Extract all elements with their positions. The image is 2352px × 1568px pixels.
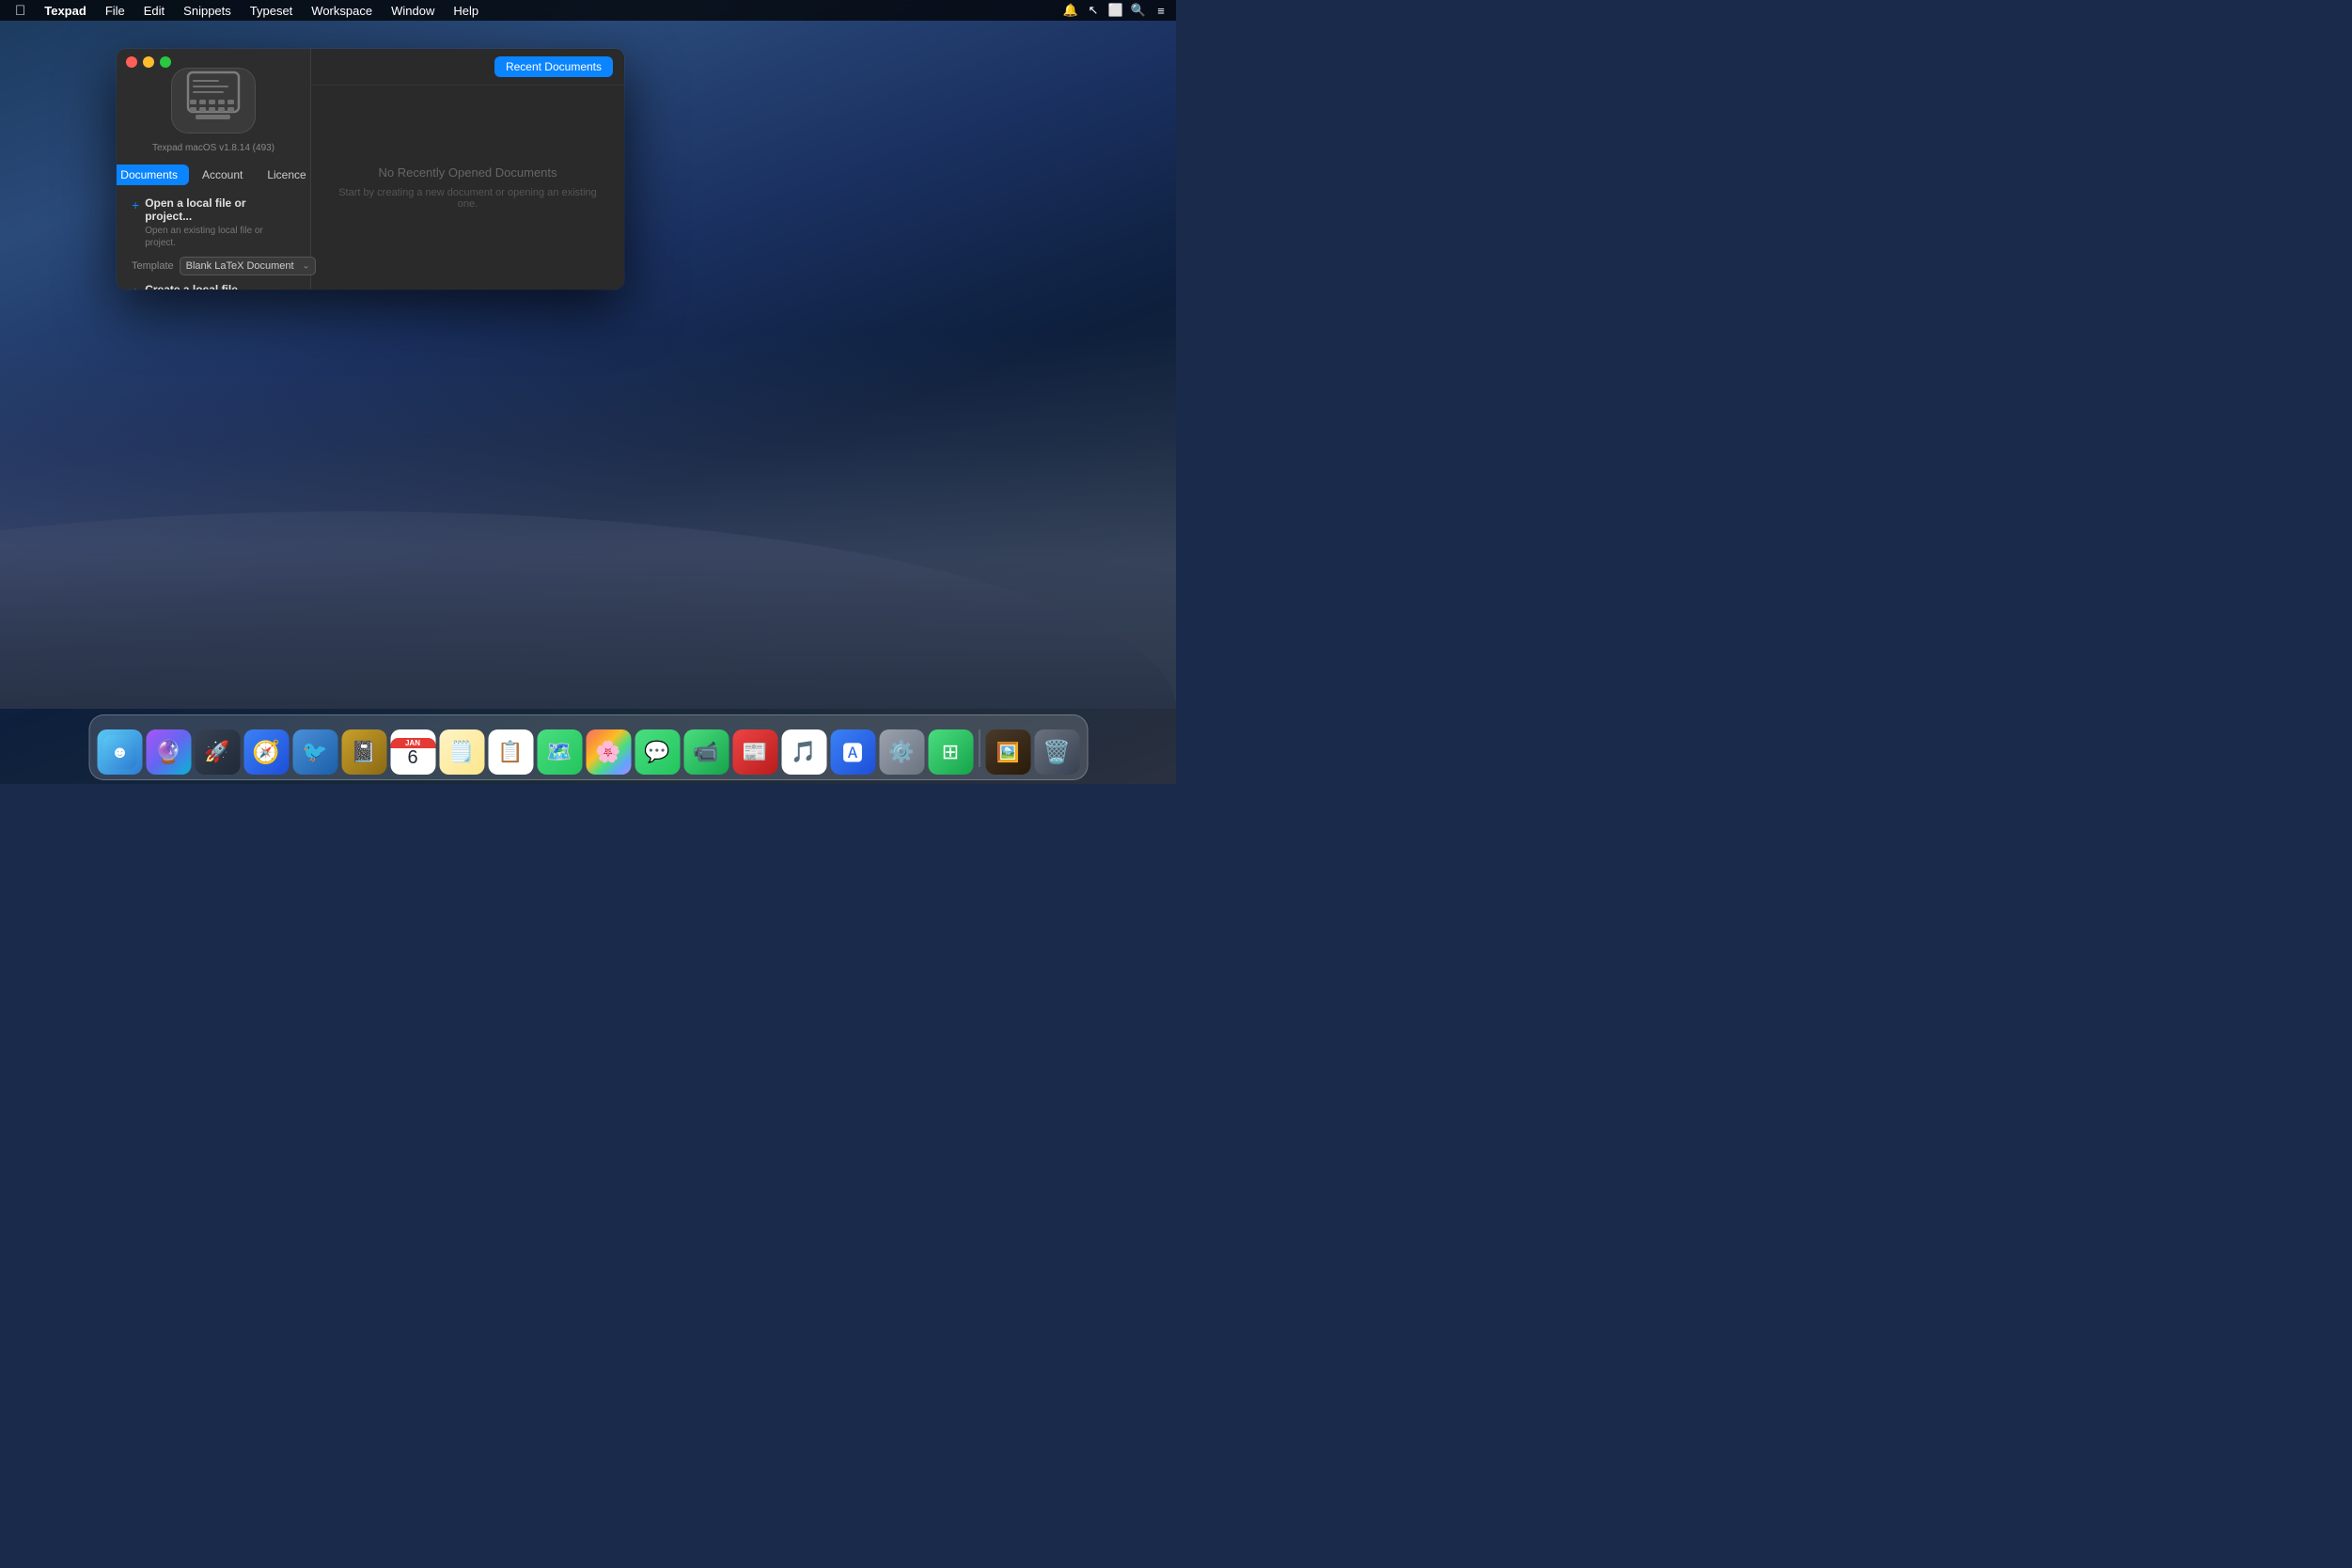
dock-maps[interactable]: 🗺️ bbox=[537, 729, 582, 775]
create-plus-icon: + bbox=[132, 284, 139, 290]
dock-notesbook[interactable]: 📓 bbox=[341, 729, 386, 775]
create-local-action[interactable]: + Create a local file... Create a single… bbox=[132, 283, 295, 290]
menu-typeset[interactable]: Typeset bbox=[243, 2, 301, 20]
dock-tableplus[interactable]: ⊞ bbox=[928, 729, 973, 775]
menu-window[interactable]: Window bbox=[384, 2, 442, 20]
tab-licence[interactable]: Licence bbox=[256, 165, 317, 185]
svg-text:☻: ☻ bbox=[111, 743, 129, 761]
open-local-title: Open a local file or project... bbox=[145, 196, 295, 223]
template-select[interactable]: Blank LaTeX Document Article Book Report… bbox=[180, 257, 316, 275]
dialog-right-panel: Recent Documents No Recently Opened Docu… bbox=[311, 49, 624, 290]
dock-appstore[interactable]: 🅰 bbox=[830, 729, 875, 775]
tab-account[interactable]: Account bbox=[191, 165, 254, 185]
recent-documents-button[interactable]: Recent Documents bbox=[494, 56, 613, 77]
dock-calendar[interactable]: JAN 6 bbox=[390, 729, 435, 775]
search-icon[interactable]: 🔍 bbox=[1131, 3, 1146, 18]
recent-docs-header: Recent Documents bbox=[311, 49, 624, 86]
app-menu-texpad[interactable]: Texpad bbox=[37, 2, 94, 20]
dock-messages[interactable]: 💬 bbox=[635, 729, 680, 775]
dock-photos[interactable]: 🌸 bbox=[586, 729, 631, 775]
cursor-icon[interactable]: ↖ bbox=[1086, 3, 1101, 18]
dock-trash[interactable]: 🗑️ bbox=[1034, 729, 1079, 775]
template-select-wrapper: Blank LaTeX Document Article Book Report… bbox=[180, 257, 316, 275]
dock-finder[interactable]: ☻ bbox=[97, 729, 142, 775]
dock-safari[interactable]: 🧭 bbox=[243, 729, 289, 775]
tab-bar: Documents Account Licence bbox=[132, 165, 295, 185]
menu-help[interactable]: Help bbox=[446, 2, 486, 20]
app-version: Texpad macOS v1.8.14 (493) bbox=[152, 143, 274, 153]
recent-docs-content: No Recently Opened Documents Start by cr… bbox=[311, 86, 624, 290]
dock-system-prefs[interactable]: ⚙️ bbox=[879, 729, 924, 775]
dock-mail[interactable]: 🐦 bbox=[292, 729, 337, 775]
close-button[interactable] bbox=[126, 56, 137, 68]
menubar-left:  Texpad File Edit Snippets Typeset Work… bbox=[8, 1, 486, 21]
apple-menu[interactable]:  bbox=[8, 1, 33, 21]
menu-workspace[interactable]: Workspace bbox=[304, 2, 380, 20]
dock-siri[interactable]: 🔮 bbox=[146, 729, 191, 775]
menu-edit[interactable]: Edit bbox=[136, 2, 172, 20]
tab-documents[interactable]: Documents bbox=[117, 165, 189, 185]
dock-photo[interactable]: 🖼️ bbox=[985, 729, 1030, 775]
minimize-button[interactable] bbox=[143, 56, 154, 68]
template-row: Template Blank LaTeX Document Article Bo… bbox=[132, 257, 295, 275]
app-icon bbox=[171, 68, 256, 133]
open-local-subtitle: Open an existing local file or project. bbox=[145, 225, 295, 249]
template-label: Template bbox=[132, 260, 174, 272]
menubar:  Texpad File Edit Snippets Typeset Work… bbox=[0, 0, 1176, 21]
open-plus-icon: + bbox=[132, 197, 139, 212]
dock: ☻ 🔮 🚀 🧭 🐦 📓 JAN 6 🗒️ 📋 🗺️ 🌸 💬 bbox=[88, 714, 1088, 780]
dock-music[interactable]: 🎵 bbox=[781, 729, 826, 775]
dock-facetime[interactable]: 📹 bbox=[683, 729, 729, 775]
dock-news[interactable]: 📰 bbox=[732, 729, 777, 775]
menu-file[interactable]: File bbox=[98, 2, 133, 20]
no-docs-title: No Recently Opened Documents bbox=[378, 165, 557, 180]
create-local-title: Create a local file... bbox=[145, 283, 295, 290]
menubar-right: 🔔 ↖ ⬜ 🔍 ≡ bbox=[1063, 3, 1168, 18]
dock-notes[interactable]: 🗒️ bbox=[439, 729, 484, 775]
traffic-lights bbox=[126, 56, 171, 68]
dock-reminders[interactable]: 📋 bbox=[488, 729, 533, 775]
notification-icon[interactable]: 🔔 bbox=[1063, 3, 1078, 18]
dialog-window: Texpad macOS v1.8.14 (493) Documents Acc… bbox=[117, 49, 624, 290]
dock-separator bbox=[979, 729, 980, 767]
menu-snippets[interactable]: Snippets bbox=[176, 2, 239, 20]
dock-launchpad[interactable]: 🚀 bbox=[195, 729, 240, 775]
no-docs-subtitle: Start by creating a new document or open… bbox=[330, 187, 605, 210]
dialog-left-panel: Texpad macOS v1.8.14 (493) Documents Acc… bbox=[117, 49, 311, 290]
open-local-action[interactable]: + Open a local file or project... Open a… bbox=[132, 196, 295, 249]
screen-share-icon[interactable]: ⬜ bbox=[1108, 3, 1123, 18]
maximize-button[interactable] bbox=[160, 56, 171, 68]
lines-icon[interactable]: ≡ bbox=[1153, 3, 1168, 18]
